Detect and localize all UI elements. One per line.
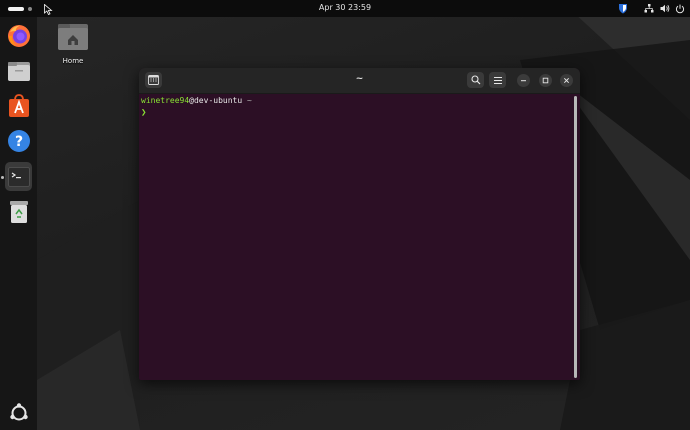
close-icon	[563, 77, 570, 84]
power-icon[interactable]	[674, 3, 685, 14]
ubuntu-icon	[9, 402, 28, 420]
help-icon: ?	[7, 129, 30, 152]
prompt-line: winetree94@dev-ubuntu ~	[141, 95, 252, 107]
new-tab-icon	[148, 75, 159, 85]
close-button[interactable]	[560, 74, 573, 87]
terminal-window[interactable]: ~ winetree94@dev-ubuntu ~ ❯	[139, 68, 580, 380]
dock-help[interactable]: ?	[5, 127, 32, 154]
terminal-icon	[7, 166, 30, 187]
dock-terminal[interactable]	[5, 162, 32, 191]
maximize-button[interactable]	[539, 74, 552, 87]
terminal-scrollbar[interactable]	[574, 96, 577, 378]
menu-button[interactable]	[489, 72, 506, 88]
dock-files[interactable]	[5, 57, 32, 84]
firefox-icon	[7, 24, 30, 47]
workspace-dot	[28, 6, 32, 11]
dock-show-apps[interactable]	[5, 399, 32, 426]
minimize-icon	[521, 80, 526, 82]
hamburger-menu-icon	[493, 76, 502, 84]
top-bar: Apr 30 23:59	[0, 0, 690, 17]
maximize-icon	[542, 77, 549, 84]
search-button[interactable]	[467, 72, 484, 88]
new-tab-button[interactable]	[145, 72, 162, 88]
terminal-output[interactable]: winetree94@dev-ubuntu ~ ❯	[139, 94, 580, 380]
window-title: ~	[355, 74, 364, 84]
workspace-active-pill	[8, 6, 24, 11]
bitwarden-icon[interactable]	[617, 3, 629, 14]
dock-firefox[interactable]	[5, 22, 32, 49]
clock[interactable]: Apr 30 23:59	[300, 3, 390, 12]
app-center-icon	[8, 93, 29, 117]
prompt-host: @dev-ubuntu	[189, 96, 243, 105]
trash-icon	[9, 200, 28, 223]
desktop-home-folder[interactable]: Home	[54, 22, 92, 65]
dock-app-center[interactable]	[5, 92, 32, 119]
terminal-headerbar[interactable]: ~	[139, 68, 580, 94]
mouse-cursor-icon	[44, 0, 53, 19]
dock: ?	[0, 17, 37, 430]
home-folder-icon	[58, 24, 88, 50]
svg-text:?: ?	[14, 134, 22, 150]
prompt-symbol: ❯	[141, 108, 147, 118]
activities-indicator[interactable]	[8, 5, 32, 12]
volume-icon[interactable]	[659, 3, 670, 14]
running-indicator	[1, 176, 4, 179]
prompt-user: winetree94	[141, 96, 190, 105]
dock-trash[interactable]	[5, 198, 32, 225]
prompt-path: ~	[242, 96, 252, 105]
search-icon	[470, 75, 480, 85]
home-folder-label: Home	[62, 57, 84, 65]
network-icon[interactable]	[643, 3, 654, 14]
files-icon	[7, 61, 30, 81]
minimize-button[interactable]	[517, 74, 530, 87]
